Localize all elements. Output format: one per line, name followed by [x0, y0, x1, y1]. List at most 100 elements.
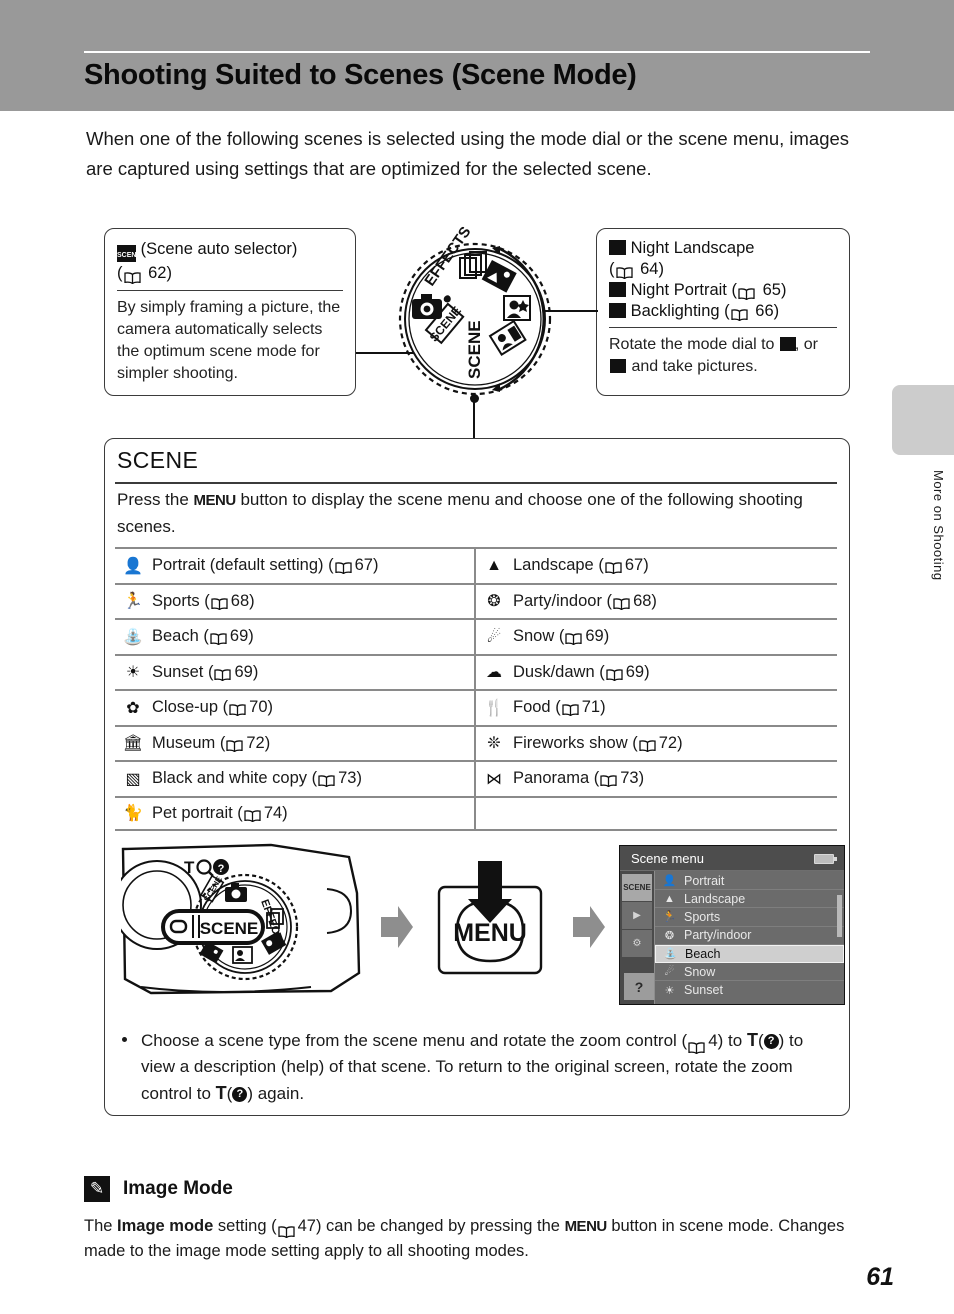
- scene-item-empty: [476, 798, 837, 830]
- scene-item-landscape[interactable]: ▲ Landscape (67): [476, 549, 837, 583]
- scene-item-food[interactable]: 🍴 Food (71): [476, 691, 837, 725]
- callout-right-item-0-page-ref: 64: [640, 260, 659, 278]
- list-item[interactable]: ❂ Party/indoor: [655, 927, 844, 945]
- note-part2: setting (: [217, 1217, 277, 1235]
- list-item-label: Landscape: [684, 891, 746, 906]
- scene-item-party-indoor[interactable]: ❂ Party/indoor (68): [476, 585, 837, 619]
- scene-page-ref: 70: [249, 698, 268, 717]
- scene-label: Food: [513, 698, 551, 717]
- book-icon: [277, 1221, 295, 1239]
- bullet-zoom-ref: 4: [708, 1031, 718, 1050]
- scene-page-ref: 67: [354, 556, 373, 575]
- dial-label-scene: SCENE: [465, 320, 484, 379]
- scene-item-fireworks[interactable]: ❊ Fireworks show (72): [476, 727, 837, 761]
- list-item[interactable]: 🏃 Sports: [655, 908, 844, 927]
- scene-item-bw-copy[interactable]: ▧ Black and white copy (73): [115, 762, 476, 796]
- list-item-label: Beach: [685, 946, 721, 961]
- callout-left-heading: SCENE (Scene auto selector) ( 62): [117, 240, 298, 285]
- scene-item-dusk-dawn[interactable]: ☁ Dusk/dawn (69): [476, 656, 837, 690]
- scene-intro-before: Press the: [117, 490, 189, 509]
- pencil-icon: ✎: [84, 1176, 110, 1202]
- list-item-selected[interactable]: ⛲ Beach: [655, 944, 844, 963]
- scrollbar[interactable]: [837, 895, 842, 937]
- snow-icon: ☄: [486, 628, 502, 646]
- workflow-illustration: T ? SCENE EFFECTS SCENE MENU Scene menu …: [112, 839, 845, 1014]
- scene-page-ref: 69: [585, 627, 604, 646]
- scene-help-bullet-text: Choose a scene type from the scene menu …: [141, 1030, 804, 1103]
- book-icon: [334, 560, 352, 575]
- list-item[interactable]: ▲ Landscape: [655, 890, 844, 909]
- page-header-bar: [0, 0, 954, 111]
- pet-portrait-icon: 🐈: [123, 805, 143, 823]
- list-item[interactable]: 👤 Portrait: [655, 872, 844, 891]
- callout-right-divider: [609, 327, 837, 329]
- scene-item-panorama[interactable]: ⋈ Panorama (73): [476, 762, 837, 796]
- book-icon: [606, 667, 623, 682]
- scene-panel-title: SCENE: [117, 447, 199, 473]
- scene-item-sports[interactable]: 🏃 Sports (68): [115, 584, 476, 618]
- tab-setup[interactable]: ⚙: [622, 930, 652, 957]
- callout-right-body-prefix: Rotate the mode dial to: [609, 336, 775, 354]
- scene-label: Landscape: [513, 556, 594, 575]
- page-title: Shooting Suited to Scenes (Scene Mode): [84, 59, 637, 91]
- callout-right-item-0-label: Night Landscape: [630, 239, 755, 257]
- scene-menu-list: 👤 Portrait ▲ Landscape 🏃 Sports ❂ Party/…: [654, 871, 844, 1004]
- book-icon: [123, 268, 141, 285]
- scene-label: Portrait (default setting): [152, 556, 324, 575]
- scene-label: Sports: [152, 591, 200, 610]
- table-row: 🏃 Sports (68) ❂ Party/indoor (68): [115, 582, 837, 619]
- book-icon: [318, 773, 335, 788]
- book-icon: [615, 264, 633, 280]
- bullet-part1: Choose a scene type from the scene menu …: [141, 1031, 688, 1050]
- party-indoor-icon: ❂: [487, 593, 501, 611]
- callout-scene-auto-selector: SCENE (Scene auto selector) ( 62) By sim…: [104, 228, 356, 396]
- portrait-icon: 👤: [662, 875, 677, 888]
- scene-item-museum[interactable]: 🏛 Museum (72): [115, 726, 476, 760]
- book-icon: [613, 596, 630, 611]
- scene-item-close-up[interactable]: ✿ Close-up (70): [115, 691, 476, 725]
- note-body: The Image mode setting (47) can be chang…: [84, 1214, 874, 1264]
- camera-top-illustration: T ? SCENE EFFECTS SCENE: [112, 843, 369, 1009]
- book-icon: [229, 702, 246, 717]
- note-title: Image Mode: [123, 1178, 233, 1199]
- scene-item-sunset[interactable]: ☀ Sunset (69): [115, 655, 476, 689]
- dial-scene-selected-highlight: SCENE: [161, 909, 265, 945]
- table-row: ▧ Black and white copy (73) ⋈ Panorama (…: [115, 760, 837, 796]
- scene-item-portrait[interactable]: 👤 Portrait (default setting) (67): [115, 549, 476, 583]
- portrait-icon: 👤: [123, 557, 143, 575]
- scene-menu-body: SCENE ▶ ⚙ ? 👤 Portrait ▲ Landscape 🏃 Spo…: [620, 871, 844, 1004]
- scene-mode-panel: SCENE Press the MENU button to display t…: [104, 438, 850, 1116]
- menu-button-illustration[interactable]: MENU: [425, 861, 555, 991]
- book-icon: [600, 773, 617, 788]
- book-icon: [731, 306, 748, 322]
- tab-help[interactable]: ?: [624, 973, 654, 1000]
- scene-label: Panorama: [513, 769, 590, 788]
- tab-scene[interactable]: SCENE: [622, 874, 652, 901]
- scene-item-snow[interactable]: ☄ Snow (69): [476, 620, 837, 654]
- landscape-icon: ▲: [486, 556, 502, 574]
- scene-page-ref: 74: [263, 803, 283, 822]
- scene-item-beach[interactable]: ⛲ Beach (69): [115, 620, 476, 654]
- night-landscape-icon: [609, 240, 626, 255]
- list-item[interactable]: ☄ Snow: [655, 963, 844, 982]
- list-item[interactable]: ☀ Sunset: [655, 981, 844, 999]
- table-row: ☀ Sunset (69) ☁ Dusk/dawn (69): [115, 653, 837, 690]
- scene-item-pet-portrait[interactable]: 🐈 Pet portrait (74): [115, 797, 476, 829]
- callout-left-heading-text: (Scene auto selector): [140, 240, 298, 258]
- fireworks-icon: ❊: [487, 735, 501, 753]
- scene-label: Party/indoor: [513, 591, 602, 610]
- flow-arrow-1: [381, 904, 413, 950]
- callout-left-page-ref: 62: [148, 264, 167, 282]
- menu-button-label: MENU: [564, 1218, 608, 1235]
- book-icon: [562, 702, 579, 717]
- scene-page-ref: 73: [338, 769, 357, 788]
- scene-page-ref: 67: [624, 556, 644, 575]
- scene-label: Black and white copy: [152, 769, 308, 788]
- callout-right-item-1-page-ref: 65: [762, 281, 781, 299]
- scene-page-ref: 69: [229, 627, 249, 646]
- tab-movie[interactable]: ▶: [622, 902, 652, 929]
- snow-icon: ☄: [664, 966, 675, 979]
- beach-icon: ⛲: [663, 948, 678, 961]
- dial-label-scene-selected: SCENE: [200, 919, 259, 938]
- mode-dial-illustration: SCENE EFFECTS SCENE: [380, 224, 570, 416]
